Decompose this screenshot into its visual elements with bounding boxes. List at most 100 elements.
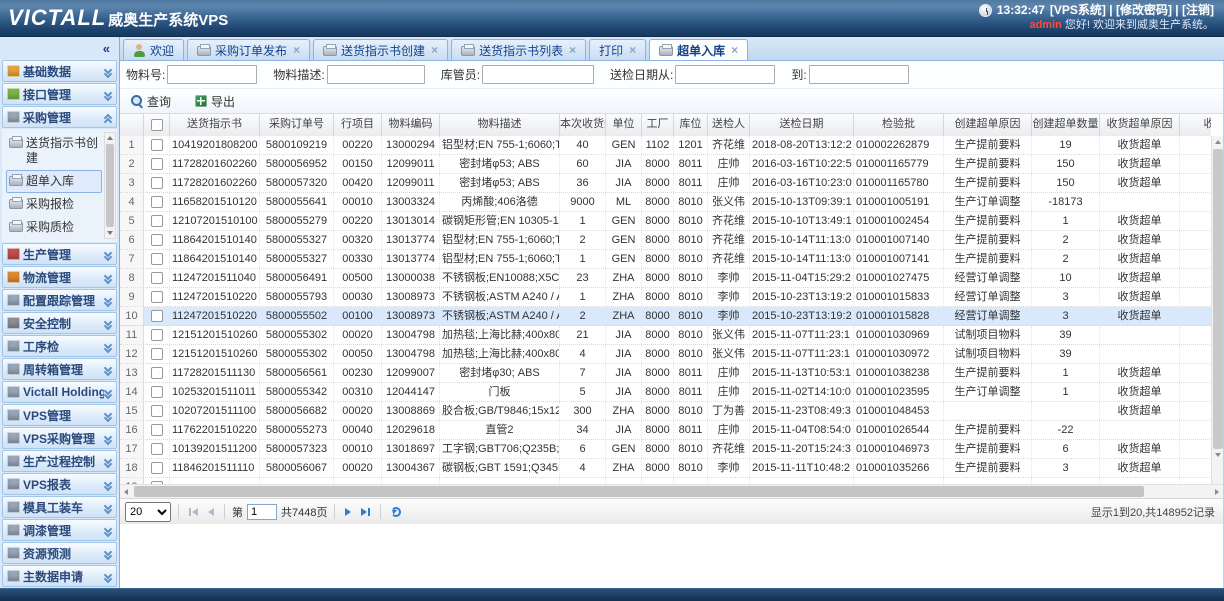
scroll-left-icon[interactable] (120, 485, 134, 499)
row-checkbox[interactable] (144, 212, 170, 230)
grid-vertical-scrollbar[interactable] (1211, 136, 1223, 484)
tab-3[interactable]: 送货指示书列表× (451, 39, 586, 60)
tab-close-icon[interactable]: × (569, 45, 576, 55)
table-row[interactable]: 111215120151026058000553020002013004798加… (120, 326, 1211, 345)
col-header-4[interactable]: 物料描述 (440, 114, 560, 136)
filter-input-1[interactable] (327, 65, 425, 84)
row-checkbox[interactable] (144, 288, 170, 306)
submenu-scrollbar[interactable] (104, 132, 116, 239)
tab-4[interactable]: 打印× (589, 39, 646, 60)
col-header-12[interactable]: 创建超单原因 (944, 114, 1032, 136)
table-row[interactable]: 91124720151022058000557930003013008973不锈… (120, 288, 1211, 307)
tab-5[interactable]: 超单入库× (649, 39, 748, 60)
table-row[interactable]: 131172820151113058000565610023012099007密… (120, 364, 1211, 383)
scroll-down-icon[interactable] (1212, 449, 1224, 461)
col-header-6[interactable]: 单位 (606, 114, 642, 136)
table-row[interactable]: 41165820151012058000556410001013003324丙烯… (120, 193, 1211, 212)
col-header-0[interactable]: 送货指示书 (170, 114, 260, 136)
query-button[interactable]: 查询 (127, 91, 175, 112)
tab-close-icon[interactable]: × (293, 45, 300, 55)
row-checkbox[interactable] (144, 136, 170, 154)
page-number-input[interactable] (247, 504, 277, 520)
table-row[interactable]: 171013920151120058000573230001013018697工… (120, 440, 1211, 459)
scroll-up-icon[interactable] (1212, 136, 1224, 148)
col-header-15[interactable]: 收货 (1180, 114, 1211, 136)
sidebar-subitem-2[interactable]: 采购报检 (6, 193, 102, 216)
header-link-2[interactable]: [注销] (1182, 3, 1214, 17)
header-link-0[interactable]: [VPS系统] (1050, 3, 1106, 17)
row-checkbox[interactable] (144, 193, 170, 211)
header-link-1[interactable]: [修改密码] (1116, 3, 1172, 17)
sidebar-group-3[interactable]: 生产管理 (2, 243, 117, 265)
horizontal-scroll-thumb[interactable] (134, 486, 1144, 497)
row-checkbox[interactable] (144, 383, 170, 401)
col-header-9[interactable]: 送检人 (708, 114, 750, 136)
row-checkbox[interactable] (144, 250, 170, 268)
sidebar-subitem-0[interactable]: 送货指示书创建 (6, 132, 102, 170)
sidebar-group-1[interactable]: 接口管理 (2, 83, 117, 105)
col-header-2[interactable]: 行项目 (334, 114, 382, 136)
row-checkbox[interactable] (144, 345, 170, 363)
table-row[interactable]: 81124720151104058000564910050013000038不锈… (120, 269, 1211, 288)
filter-input-3[interactable] (675, 65, 775, 84)
row-checkbox[interactable] (144, 440, 170, 458)
scroll-up-icon[interactable] (105, 133, 115, 143)
table-row[interactable]: 151020720151110058000566820002013008869胶… (120, 402, 1211, 421)
col-header-11[interactable]: 检验批 (854, 114, 944, 136)
col-header-3[interactable]: 物料编码 (382, 114, 440, 136)
sidebar-group-8[interactable]: 周转箱管理 (2, 358, 117, 380)
table-row[interactable]: 161176220151022058000552730004012029618直… (120, 421, 1211, 440)
sidebar-group-10[interactable]: VPS管理 (2, 404, 117, 426)
sidebar-collapse-button[interactable]: « (103, 41, 110, 56)
sidebar-subitem-3[interactable]: 采购质检 (6, 216, 102, 239)
row-checkbox[interactable] (144, 269, 170, 287)
sidebar-group-11[interactable]: VPS采购管理 (2, 427, 117, 449)
prev-page-button[interactable] (205, 506, 217, 518)
col-header-10[interactable]: 送检日期 (750, 114, 854, 136)
row-checkbox[interactable] (144, 231, 170, 249)
sidebar-group-16[interactable]: 资源预测 (2, 542, 117, 564)
sidebar-group-7[interactable]: 工序检 (2, 335, 117, 357)
last-page-button[interactable] (358, 506, 373, 518)
select-all-checkbox[interactable] (144, 114, 170, 136)
row-checkbox[interactable] (144, 459, 170, 477)
col-header-7[interactable]: 工厂 (642, 114, 674, 136)
table-row[interactable]: 51210720151010058000552790022013013014碳钢… (120, 212, 1211, 231)
sidebar-group-15[interactable]: 调漆管理 (2, 519, 117, 541)
filter-input-4[interactable] (809, 65, 909, 84)
table-row[interactable]: 11041920180820058001092190022013000294铝型… (120, 136, 1211, 155)
table-row[interactable]: 21172820160226058000569520015012099011密封… (120, 155, 1211, 174)
sidebar-group-13[interactable]: VPS报表 (2, 473, 117, 495)
row-checkbox[interactable] (144, 174, 170, 192)
tab-1[interactable]: 采购订单发布× (187, 39, 310, 60)
table-row[interactable]: 121215120151026058000553020005013004798加… (120, 345, 1211, 364)
table-row[interactable]: 181184620151111058000560670002013004367碳… (120, 459, 1211, 478)
grid-horizontal-scrollbar[interactable] (120, 484, 1223, 498)
col-header-8[interactable]: 库位 (674, 114, 708, 136)
sidebar-group-4[interactable]: 物流管理 (2, 266, 117, 288)
sidebar-subitem-1[interactable]: 超单入库 (6, 170, 102, 193)
tab-close-icon[interactable]: × (629, 45, 636, 55)
row-checkbox[interactable] (144, 155, 170, 173)
col-header-5[interactable]: 本次收货数 (560, 114, 606, 136)
row-checkbox[interactable] (144, 402, 170, 420)
filter-input-2[interactable] (482, 65, 594, 84)
sidebar-group-12[interactable]: 生产过程控制 (2, 450, 117, 472)
row-checkbox[interactable] (144, 421, 170, 439)
tab-close-icon[interactable]: × (731, 45, 738, 55)
refresh-button[interactable] (388, 505, 404, 519)
sidebar-group-17[interactable]: 主数据申请 (2, 565, 117, 587)
sidebar-group-0[interactable]: 基础数据 (2, 60, 117, 82)
filter-input-0[interactable] (167, 65, 257, 84)
table-row[interactable]: 61186420151014058000553270032013013774铝型… (120, 231, 1211, 250)
scroll-right-icon[interactable] (1209, 485, 1223, 499)
scroll-down-icon[interactable] (105, 228, 115, 238)
col-header-14[interactable]: 收货超单原因 (1100, 114, 1180, 136)
table-row[interactable]: 141025320151101158000553420031012044147门… (120, 383, 1211, 402)
table-row[interactable]: 71186420151014058000553270033013013774铝型… (120, 250, 1211, 269)
row-checkbox[interactable] (144, 326, 170, 344)
next-page-button[interactable] (342, 506, 354, 518)
page-size-select[interactable]: 20 (125, 502, 171, 522)
submenu-scroll-thumb[interactable] (106, 144, 114, 227)
sidebar-group-5[interactable]: 配置跟踪管理 (2, 289, 117, 311)
